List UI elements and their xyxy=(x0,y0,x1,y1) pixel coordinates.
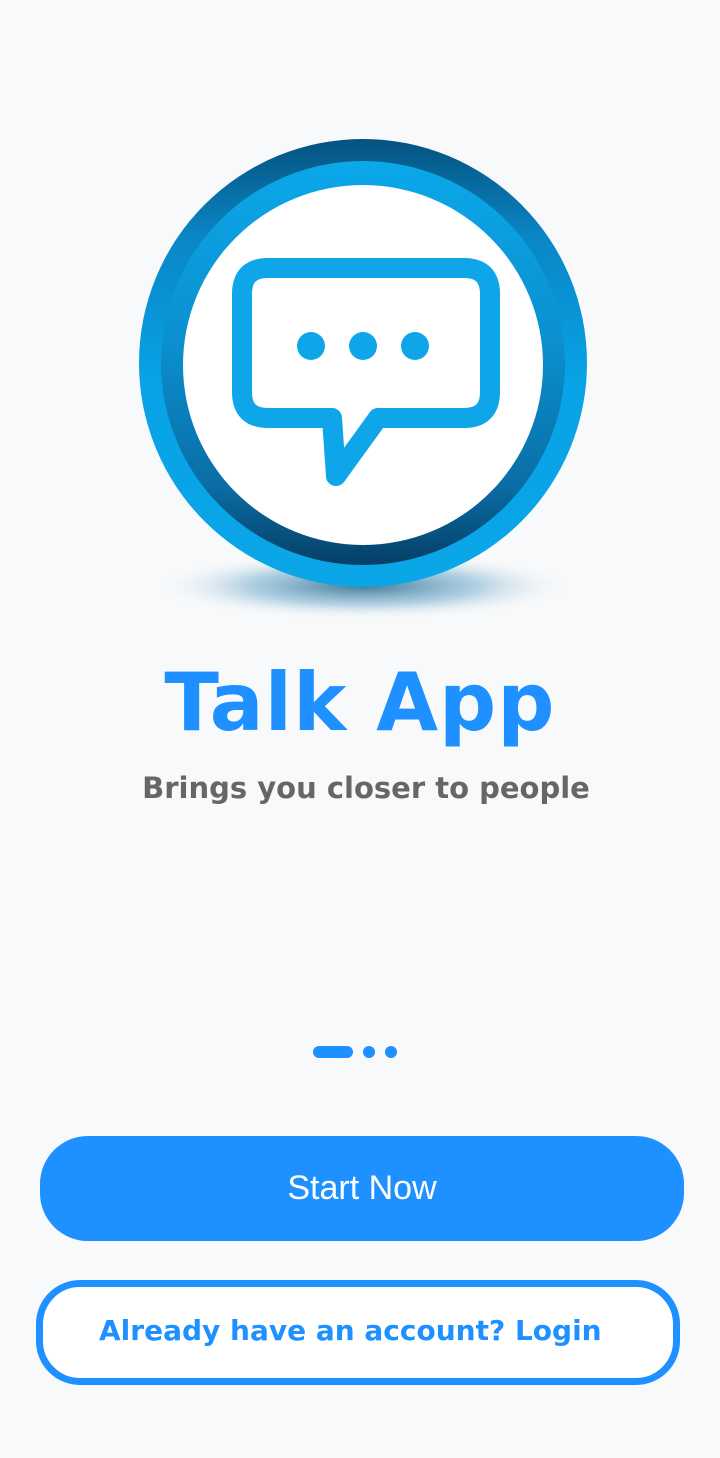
app-logo xyxy=(120,120,600,630)
page-indicator-dot-active xyxy=(313,1046,353,1058)
login-button[interactable]: Already have an account? Login xyxy=(36,1280,680,1385)
app-title: Talk App xyxy=(164,656,556,749)
page-indicator xyxy=(313,1046,403,1058)
page-indicator-dot xyxy=(385,1046,397,1058)
chat-bubble-icon xyxy=(139,139,587,620)
app-tagline: Brings you closer to people xyxy=(142,771,590,805)
start-now-button[interactable]: Start Now xyxy=(40,1136,684,1241)
page-indicator-dot xyxy=(363,1046,375,1058)
